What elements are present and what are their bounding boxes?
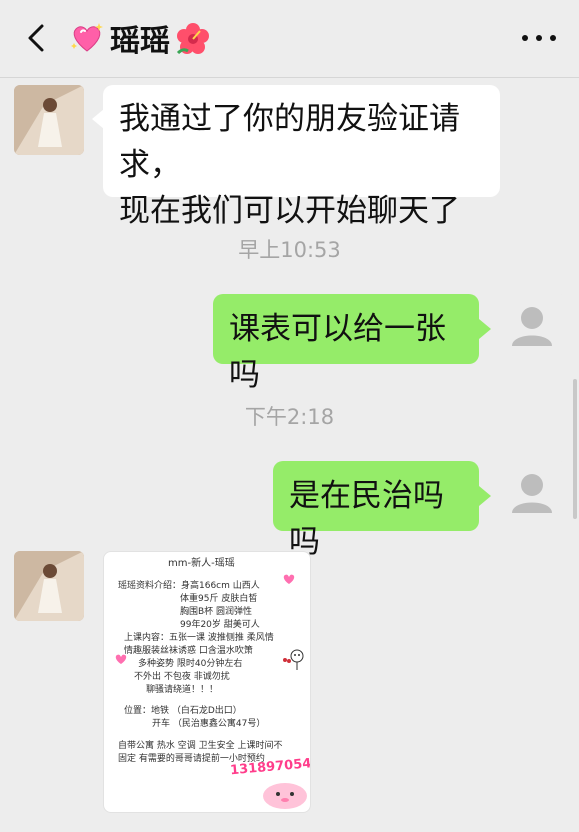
- message-text-line: 现在我们可以开始聊天了: [119, 193, 460, 229]
- card-line: 聊骚请绕道！！！: [146, 685, 219, 695]
- contact-avatar[interactable]: [14, 85, 84, 155]
- message-text-line: 我通过了你的朋友验证请求，: [119, 101, 460, 183]
- message-bubble[interactable]: 课表可以给一张吗: [213, 294, 479, 393]
- image-message[interactable]: mm-新人-瑶瑶 瑶瑶资料介绍：身高166cm 山西人 体重95斤 皮肤白皙 胸…: [103, 551, 311, 813]
- more-dots-icon[interactable]: [519, 30, 559, 46]
- my-avatar[interactable]: [497, 461, 567, 531]
- avatar-photo-icon: [14, 551, 84, 621]
- scrollbar[interactable]: [573, 379, 577, 519]
- default-user-icon: [512, 307, 552, 346]
- heart-sticker-icon: [115, 654, 127, 664]
- card-line: 多种姿势 限时40分钟左右: [138, 659, 243, 669]
- card-line: 99年20岁 甜美可人: [180, 620, 260, 630]
- message-bubble[interactable]: 是在民治吗吗: [273, 461, 479, 560]
- my-avatar[interactable]: [497, 294, 567, 364]
- sparkling-heart-icon: [71, 23, 103, 52]
- bubble-tail: [479, 486, 491, 506]
- card-title: mm-新人-瑶瑶: [168, 558, 235, 569]
- pink-character-sticker-icon: [263, 783, 307, 809]
- card-line: 情趣服装丝袜诱惑 口含温水吹箫: [124, 646, 253, 656]
- chat-header: 瑶瑶: [0, 0, 579, 78]
- message-text: 是在民治吗吗: [289, 478, 444, 560]
- contact-avatar[interactable]: [14, 551, 84, 621]
- card-line: 位置：地铁 （白石龙D出口）: [124, 706, 242, 716]
- card-line: 开车 （民治惠鑫公寓47号）: [152, 719, 266, 729]
- card-line: 上课内容：五张一课 波推侧推 柔风情: [124, 633, 274, 643]
- card-line: 自带公寓 热水 空调 卫生安全 上课时间不: [118, 741, 283, 751]
- message-bubble[interactable]: 我通过了你的朋友验证请求， 现在我们可以开始聊天了: [103, 85, 500, 229]
- card-line: 胸围B杯 圆润弹性: [180, 607, 253, 617]
- timestamp: 早上10:53: [238, 238, 341, 262]
- chevron-left-icon[interactable]: [20, 20, 56, 56]
- heart-sticker-icon: [283, 574, 295, 584]
- chat-title: 瑶瑶: [70, 18, 210, 59]
- default-user-icon: [512, 474, 552, 513]
- avatar-photo-icon: [14, 85, 84, 155]
- cartoon-sticker-icon: [283, 649, 304, 670]
- card-line: 瑶瑶资料介绍：身高166cm 山西人: [118, 581, 260, 591]
- card-line: 体重95斤 皮肤白皙: [180, 594, 258, 604]
- timestamp: 下午2:18: [244, 405, 335, 429]
- card-line: 不外出 不包夜 非诚勿扰: [134, 672, 230, 682]
- contact-name: 瑶瑶: [110, 24, 170, 59]
- bubble-tail: [479, 319, 491, 339]
- hibiscus-icon: [176, 23, 209, 55]
- message-text: 课表可以给一张吗: [229, 311, 446, 393]
